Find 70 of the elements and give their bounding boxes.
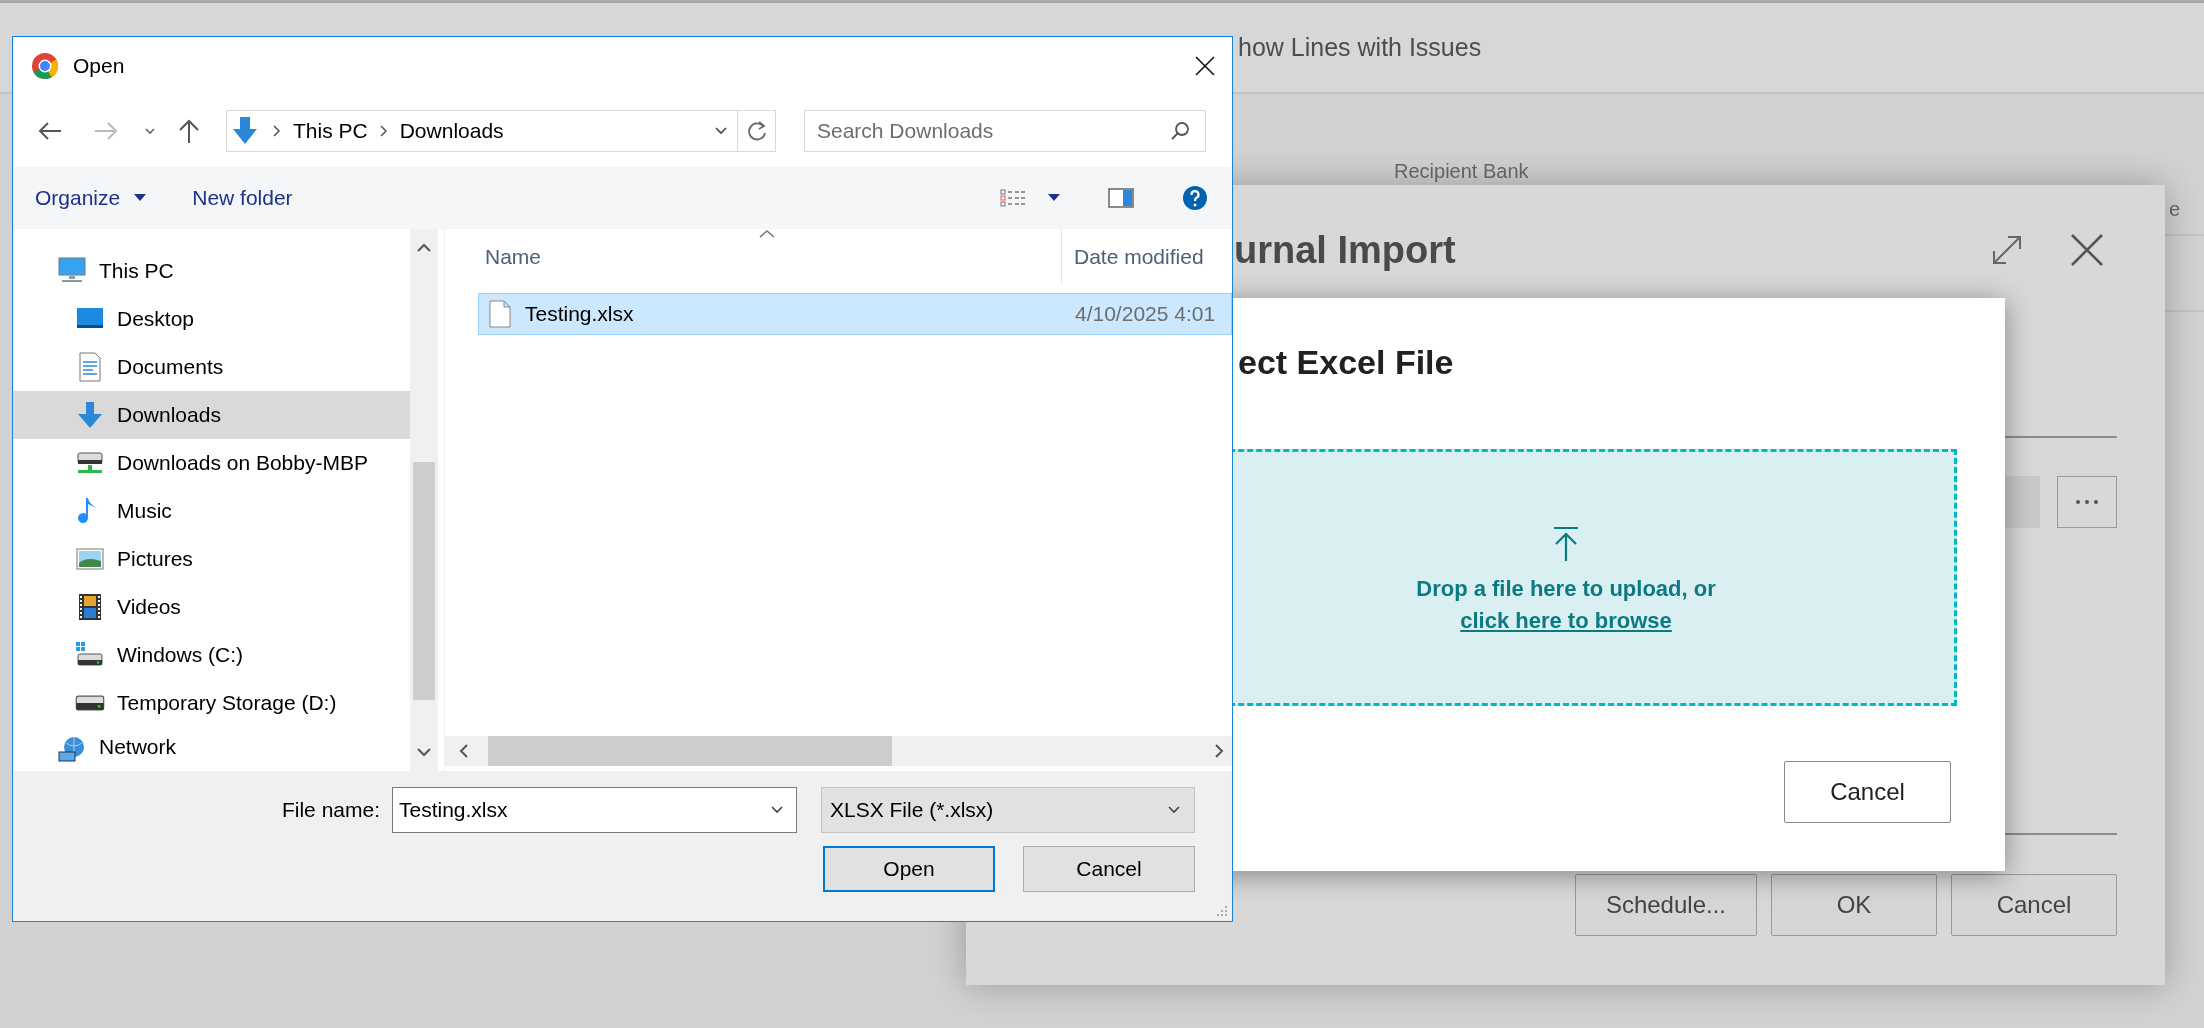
dialog-button[interactable]: OK: [1771, 874, 1937, 936]
refresh-button[interactable]: [738, 110, 776, 152]
drive-icon: [75, 695, 105, 711]
dialog-title: urnal Import: [1234, 228, 1456, 272]
drop-instructions: Drop a file here to upload, or: [1416, 575, 1716, 602]
more-icon: [2075, 499, 2099, 505]
preview-pane-icon[interactable]: [1108, 188, 1134, 208]
browse-link[interactable]: click here to browse: [1460, 607, 1672, 634]
breadcrumb[interactable]: Downloads: [399, 119, 504, 143]
scrollbar[interactable]: [410, 229, 438, 771]
field-label: File name:: [280, 798, 380, 822]
nav-item[interactable]: Music: [13, 487, 410, 535]
nav-item[interactable]: Windows (C:): [13, 631, 410, 679]
file-type-dropdown[interactable]: XLSX File (*.xlsx): [821, 787, 1195, 833]
column-header[interactable]: Date modified: [1062, 229, 1204, 284]
download-icon: [231, 116, 259, 146]
file-name-cell-text: Testing.xlsx: [525, 302, 635, 326]
search-icon: [1170, 121, 1190, 141]
download-icon: [75, 400, 105, 430]
nav-item[interactable]: Videos: [13, 583, 410, 631]
expand-icon[interactable]: [1990, 233, 2024, 267]
toolbar-action[interactable]: how Lines with Issues: [1238, 33, 1482, 62]
chevron-icon: [271, 124, 281, 138]
close-icon[interactable]: [1194, 55, 1216, 77]
scroll-down-icon[interactable]: [416, 747, 432, 757]
network-icon: [57, 735, 87, 765]
app-icon: [31, 52, 59, 80]
nav-item[interactable]: Downloads: [13, 391, 410, 439]
dialog-button[interactable]: Cancel: [1951, 874, 2117, 936]
refresh-icon: [746, 120, 767, 142]
cancel-button[interactable]: Cancel: [1784, 761, 1951, 823]
scroll-right-icon[interactable]: [1214, 743, 1224, 759]
chevron-icon: [377, 124, 388, 138]
back-icon[interactable]: [37, 120, 63, 142]
resize-grip-icon: [1216, 905, 1228, 917]
toolbar-button[interactable]: Organize: [27, 180, 155, 216]
nav-item[interactable]: Desktop: [13, 295, 410, 343]
breadcrumb[interactable]: This PC: [293, 119, 368, 143]
dialog-button[interactable]: Open: [823, 846, 995, 892]
column-header[interactable]: Name: [445, 229, 1062, 284]
view-list-icon[interactable]: [1000, 189, 1026, 207]
dialog-button[interactable]: Schedule...: [1574, 874, 1757, 936]
date-cell-text: 4/10/2025 4:01: [1075, 302, 1217, 326]
file-icon: [489, 300, 511, 328]
file-row[interactable]: Testing.xlsx 4/10/2025 4:01: [478, 293, 1232, 335]
caret-icon[interactable]: [1048, 194, 1060, 202]
scroll-thumb[interactable]: [488, 736, 892, 766]
scroll-left-icon[interactable]: [459, 743, 469, 759]
up-icon[interactable]: [177, 118, 201, 144]
dialog-button[interactable]: Cancel: [1023, 846, 1195, 892]
upload-icon: [1551, 525, 1581, 562]
scroll-thumb[interactable]: [413, 462, 435, 700]
scroll-up-icon[interactable]: [416, 243, 432, 253]
field-label: Recipient Bank: [1394, 160, 1529, 183]
nav-item[interactable]: Temporary Storage (D:): [13, 679, 410, 727]
nav-item[interactable]: Documents: [13, 343, 410, 391]
dialog-title: ect Excel File: [1238, 342, 1454, 382]
help-icon[interactable]: [1182, 185, 1208, 211]
nav-item[interactable]: Network: [13, 735, 410, 771]
address-bar[interactable]: This PC Downloads: [226, 110, 738, 152]
nav-item[interactable]: This PC: [13, 247, 410, 295]
search-field[interactable]: Search Downloads: [804, 110, 1206, 152]
column-header: e: [2169, 198, 2181, 221]
toolbar-button[interactable]: New folder: [184, 180, 301, 216]
window-title: Open: [73, 54, 125, 78]
scrollbar[interactable]: [445, 736, 1232, 766]
nav-item[interactable]: Pictures: [13, 535, 410, 583]
nav-item[interactable]: Downloads on Bobby-MBP: [13, 439, 410, 487]
sort-caret-icon: [758, 229, 776, 239]
file-name-field[interactable]: Testing.xlsx: [392, 787, 797, 833]
